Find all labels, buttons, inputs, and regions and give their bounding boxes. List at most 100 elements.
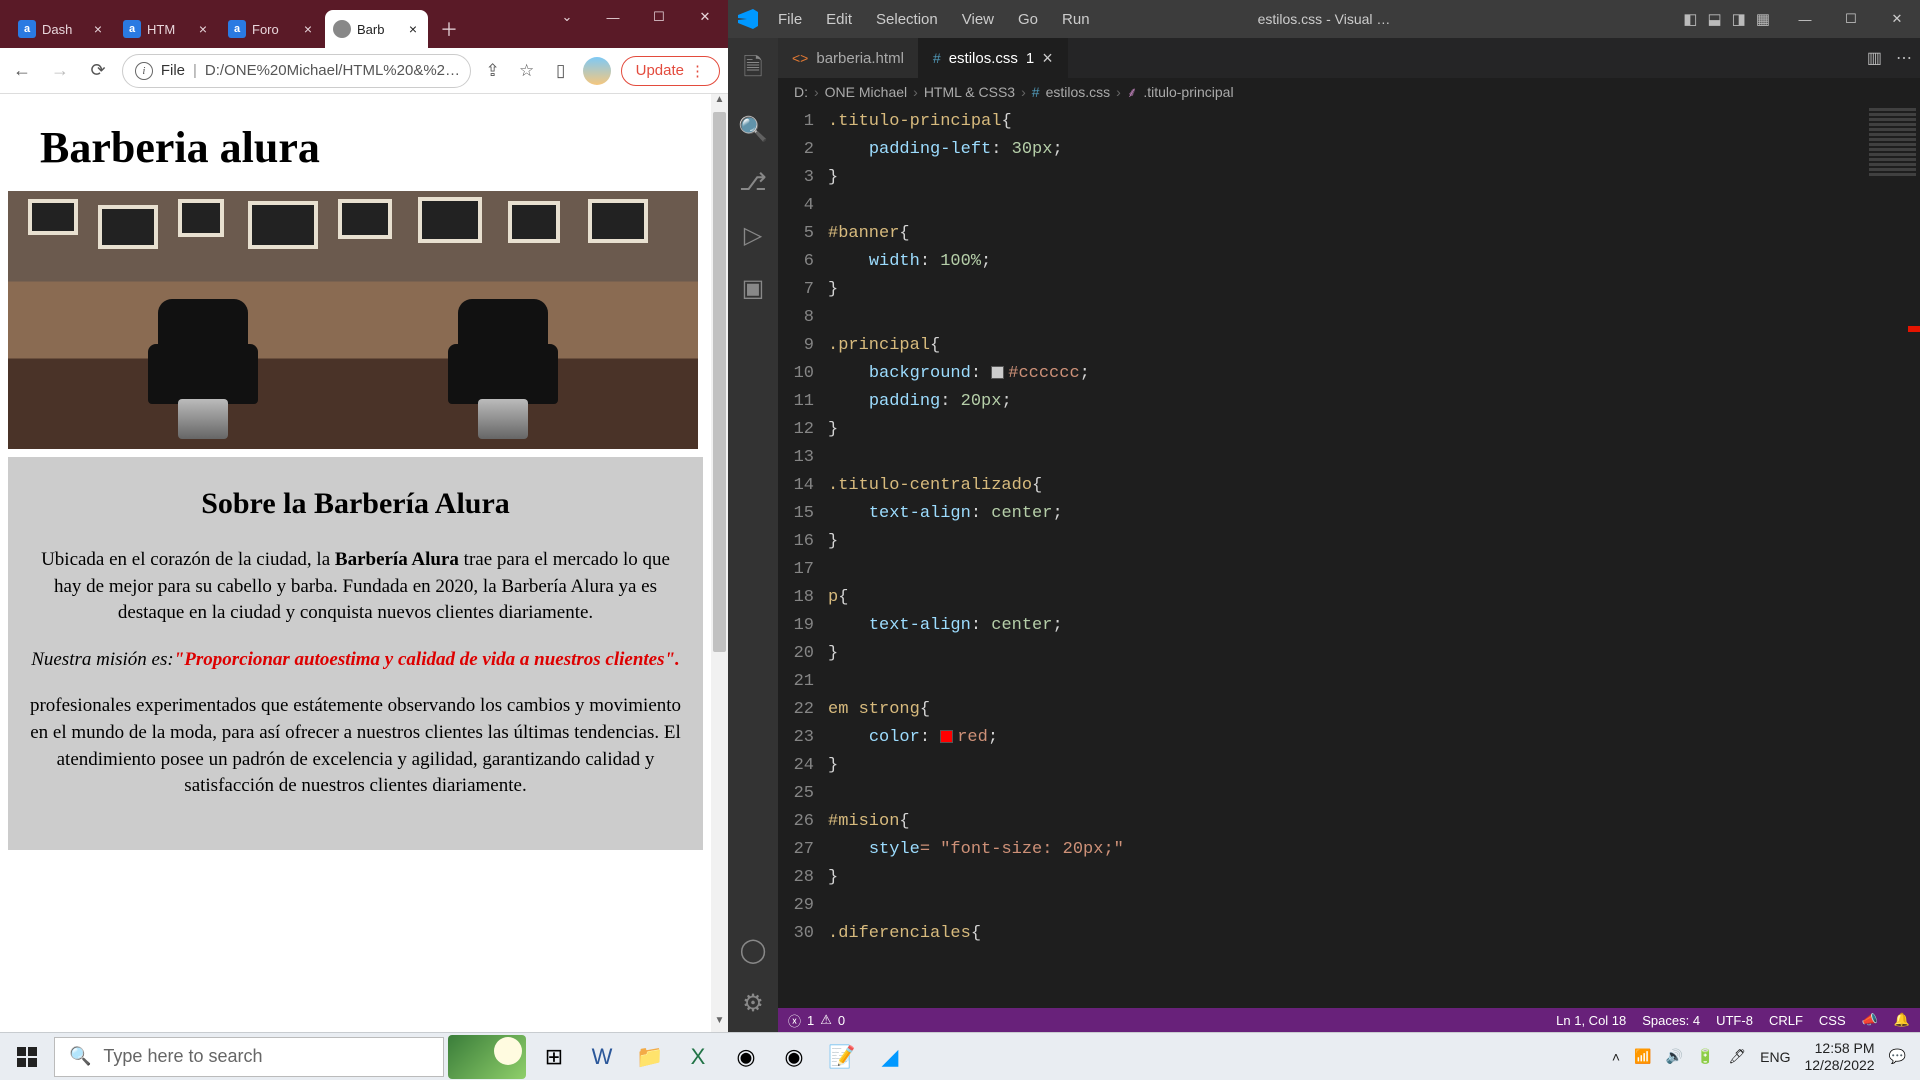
windows-icon bbox=[17, 1047, 37, 1067]
browser-tab[interactable]: a Dash× bbox=[10, 10, 113, 48]
feedback-icon[interactable]: 📣 bbox=[1862, 1012, 1878, 1028]
indentation[interactable]: Spaces: 4 bbox=[1642, 1013, 1700, 1028]
minimize-icon[interactable]: — bbox=[1782, 0, 1828, 38]
problems-indicator[interactable]: ⓧ1⚠0 bbox=[788, 1011, 845, 1030]
share-icon[interactable]: ⇪ bbox=[481, 61, 505, 81]
search-input[interactable]: 🔍Type here to search bbox=[54, 1037, 444, 1077]
news-widget[interactable] bbox=[448, 1035, 526, 1079]
browser-titlebar: aDash× aHTM× aForo× Barb× ＋ ⌄ — ☐ ✕ bbox=[0, 0, 728, 48]
tab-title: Dash bbox=[42, 22, 91, 37]
error-marker bbox=[1908, 326, 1920, 332]
menu-run[interactable]: Run bbox=[1052, 7, 1100, 32]
browser-tab-active[interactable]: Barb× bbox=[325, 10, 428, 48]
html-file-icon: <> bbox=[792, 50, 808, 66]
window-title: estilos.css - Visual … bbox=[1258, 11, 1391, 27]
editor-tab[interactable]: <>barberia.html bbox=[778, 38, 919, 78]
new-tab-button[interactable]: ＋ bbox=[434, 14, 464, 44]
menu-selection[interactable]: Selection bbox=[866, 7, 948, 32]
close-icon[interactable]: × bbox=[91, 21, 105, 37]
bell-icon[interactable]: 🔔 bbox=[1894, 1012, 1910, 1028]
encoding[interactable]: UTF-8 bbox=[1716, 1013, 1753, 1028]
chrome-icon[interactable]: ◉ bbox=[722, 1033, 770, 1080]
search-icon: 🔍 bbox=[69, 1046, 91, 1067]
activity-bar: 🗎 🔍 ⎇ ▷ ▣ ◯ ⚙ bbox=[728, 38, 778, 1032]
gear-icon[interactable]: ⚙ bbox=[742, 989, 764, 1018]
wifi-icon[interactable]: 📶 bbox=[1634, 1048, 1651, 1065]
cursor-position[interactable]: Ln 1, Col 18 bbox=[1556, 1013, 1626, 1028]
account-icon[interactable]: ◯ bbox=[740, 936, 767, 965]
maximize-icon[interactable]: ☐ bbox=[636, 0, 682, 34]
battery-icon[interactable]: 🔋 bbox=[1697, 1048, 1714, 1065]
search-icon[interactable]: 🔍 bbox=[738, 115, 768, 144]
minimize-icon[interactable]: — bbox=[590, 0, 636, 34]
notifications-icon[interactable]: 💬 bbox=[1889, 1048, 1906, 1065]
alura-favicon: a bbox=[18, 20, 36, 38]
task-view-icon[interactable]: ⊞ bbox=[530, 1033, 578, 1080]
close-icon[interactable]: × bbox=[406, 21, 420, 37]
profile-avatar[interactable] bbox=[583, 57, 611, 85]
minimap[interactable] bbox=[1865, 106, 1920, 1008]
url-scheme: File bbox=[161, 62, 185, 79]
menu-view[interactable]: View bbox=[952, 7, 1004, 32]
close-icon[interactable]: ✕ bbox=[682, 0, 728, 34]
panel-bottom-icon[interactable]: ⬓ bbox=[1707, 10, 1721, 28]
editor-tab-active[interactable]: #estilos.css1× bbox=[919, 38, 1068, 78]
close-icon[interactable]: × bbox=[196, 21, 210, 37]
forward-button[interactable]: → bbox=[46, 57, 74, 85]
menu-edit[interactable]: Edit bbox=[816, 7, 862, 32]
panel-left-icon[interactable]: ◧ bbox=[1683, 10, 1697, 28]
pen-icon[interactable]: 🖊 bbox=[1728, 1048, 1746, 1065]
file-explorer-icon[interactable]: 📁 bbox=[626, 1033, 674, 1080]
language-mode[interactable]: CSS bbox=[1819, 1013, 1846, 1028]
menu-go[interactable]: Go bbox=[1008, 7, 1048, 32]
browser-tab[interactable]: aForo× bbox=[220, 10, 323, 48]
code-content[interactable]: .titulo-principal{ padding-left: 30px;}#… bbox=[828, 106, 1920, 1008]
back-button[interactable]: ← bbox=[8, 57, 36, 85]
scroll-up-icon[interactable]: ▲ bbox=[711, 94, 728, 111]
explorer-icon[interactable]: 🗎 bbox=[743, 50, 762, 91]
bookmark-icon[interactable]: ☆ bbox=[515, 61, 539, 81]
extensions-icon[interactable]: ▣ bbox=[742, 274, 765, 303]
volume-icon[interactable]: 🔊 bbox=[1665, 1048, 1682, 1065]
excel-icon[interactable]: X bbox=[674, 1033, 722, 1080]
page-viewport: Barberia alura bbox=[0, 94, 711, 1032]
address-bar[interactable]: i File | D:/ONE%20Michael/HTML%20&%2… bbox=[122, 54, 471, 88]
scrollbar-thumb[interactable] bbox=[713, 112, 726, 652]
source-control-icon[interactable]: ⎇ bbox=[739, 168, 767, 197]
services-paragraph: profesionales experimentados que estátem… bbox=[28, 693, 683, 799]
reader-icon[interactable]: ▯ bbox=[549, 61, 573, 81]
start-button[interactable] bbox=[0, 1033, 54, 1080]
vscode-icon[interactable]: ◢ bbox=[866, 1033, 914, 1080]
chevron-down-icon[interactable]: ⌄ bbox=[544, 0, 590, 34]
split-editor-icon[interactable]: ▥ bbox=[1867, 48, 1882, 68]
close-icon[interactable]: ✕ bbox=[1874, 0, 1920, 38]
update-button[interactable]: Update⋮ bbox=[621, 56, 720, 86]
chevron-up-icon[interactable]: ˄ bbox=[1612, 1049, 1620, 1065]
language-indicator[interactable]: ENG bbox=[1760, 1049, 1790, 1065]
scroll-down-icon[interactable]: ▼ bbox=[711, 1015, 728, 1032]
code-editor[interactable]: 1234567891011121314151617181920212223242… bbox=[778, 106, 1920, 1008]
browser-window: aDash× aHTM× aForo× Barb× ＋ ⌄ — ☐ ✕ ← → … bbox=[0, 0, 728, 1032]
word-icon[interactable]: W bbox=[578, 1033, 626, 1080]
maximize-icon[interactable]: ☐ bbox=[1828, 0, 1874, 38]
principal-section: Sobre la Barbería Alura Ubicada en el co… bbox=[8, 457, 703, 850]
eol[interactable]: CRLF bbox=[1769, 1013, 1803, 1028]
layout-icon[interactable]: ▦ bbox=[1756, 10, 1770, 28]
menu-file[interactable]: File bbox=[768, 7, 812, 32]
css-file-icon: # bbox=[933, 50, 941, 66]
close-icon[interactable]: × bbox=[301, 21, 315, 37]
breadcrumbs[interactable]: D:› ONE Michael› HTML & CSS3› #estilos.c… bbox=[778, 78, 1920, 106]
browser-tab[interactable]: aHTM× bbox=[115, 10, 218, 48]
clock[interactable]: 12:58 PM12/28/2022 bbox=[1804, 1040, 1874, 1074]
panel-right-icon[interactable]: ◨ bbox=[1732, 10, 1746, 28]
reload-button[interactable]: ⟳ bbox=[84, 57, 112, 85]
run-debug-icon[interactable]: ▷ bbox=[744, 221, 762, 250]
more-icon: ⋮ bbox=[690, 62, 705, 80]
chrome-icon[interactable]: ◉ bbox=[770, 1033, 818, 1080]
notepad-icon[interactable]: 📝 bbox=[818, 1033, 866, 1080]
globe-icon bbox=[333, 20, 351, 38]
alura-favicon: a bbox=[228, 20, 246, 38]
more-icon[interactable]: ⋯ bbox=[1896, 48, 1912, 68]
scrollbar[interactable]: ▲ ▼ bbox=[711, 94, 728, 1032]
close-icon[interactable]: × bbox=[1042, 49, 1053, 67]
